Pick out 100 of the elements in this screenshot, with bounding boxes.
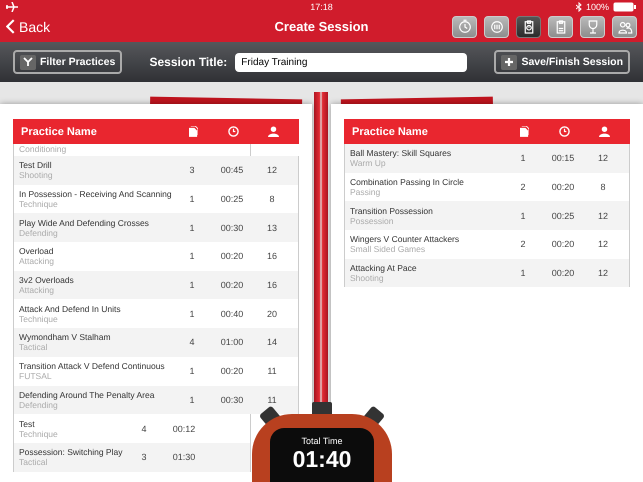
practice-row[interactable]: Test Technique 4 00:12 (13, 414, 251, 443)
player-count: 8 (600, 182, 606, 192)
player-count: 12 (598, 153, 608, 164)
practice-category: Possession (350, 216, 394, 226)
practice-category: Technique (19, 314, 59, 324)
toolbar-button[interactable] (516, 16, 541, 38)
sheet-count: 3 (189, 165, 194, 176)
chevron-left-icon (6, 19, 15, 34)
player-count: 16 (266, 280, 277, 290)
player-count: 12 (598, 210, 608, 221)
documents-icon (188, 126, 198, 137)
player-count: 12 (598, 268, 608, 278)
sheet-count: 1 (189, 394, 194, 405)
practice-name: Wingers V Counter Attackers (350, 234, 460, 244)
sheet-count: 1 (189, 194, 194, 204)
column-header: Practice Name (21, 126, 98, 138)
player-count: 13 (266, 222, 277, 233)
player-count: 11 (267, 394, 277, 405)
person-icon (268, 126, 278, 137)
practice-name: Test (19, 418, 36, 429)
back-button[interactable]: Back (6, 18, 50, 34)
duration: 00:20 (220, 366, 244, 376)
clock-icon (558, 126, 570, 137)
sheet-count: 1 (520, 153, 526, 164)
player-count: 12 (266, 165, 277, 176)
practice-name: Attacking At Pace (350, 263, 418, 274)
session-title-field[interactable]: Friday Training (235, 52, 468, 72)
player-count: 11 (267, 366, 277, 376)
practice-category: Conditioning (19, 144, 68, 154)
plus-icon (501, 54, 518, 70)
practice-name: Test Drill (19, 160, 53, 170)
clock-icon (228, 126, 238, 137)
filter-icon (20, 54, 36, 70)
sheet-count: 1 (520, 268, 526, 278)
practice-category: Shooting (350, 273, 385, 284)
practice-row[interactable]: Wymondham V Stalham Tactical 4 01:00 14 (13, 328, 299, 357)
duration: 00:45 (220, 165, 244, 176)
practice-row[interactable]: 3v2 Overloads Attacking 1 00:20 16 (13, 270, 299, 300)
practice-row[interactable]: Attacking At Pace Shooting 1 00:20 12 (344, 258, 630, 288)
duration: 01:00 (220, 337, 244, 348)
practice-row[interactable]: Wingers V Counter Attackers Small Sided Games 2 00:20 12 (344, 230, 630, 259)
player-count: 20 (266, 308, 277, 319)
practice-category: Small Sided Games (350, 244, 426, 254)
duration: 00:20 (552, 239, 574, 250)
player-count: 16 (266, 251, 277, 262)
sheet-count: 1 (520, 210, 526, 221)
practice-category: Technique (19, 199, 59, 210)
sheet-count: 1 (189, 251, 194, 262)
practice-category: Tactical (19, 342, 48, 352)
practice-row[interactable]: In Possession - Receiving And Scanning Technique 1 00:25 8 (13, 184, 299, 214)
practice-row[interactable]: Play Wide And Defending Crosses Defending 1 00:30 13 (13, 213, 299, 242)
sheet-count: 2 (520, 239, 526, 250)
practice-row[interactable]: Defending Around The Penalty Area Defending 1 00:30 11 (13, 386, 299, 414)
practice-name: Transition Possession (350, 206, 434, 216)
save-finish-session-button[interactable]: Save/Finish Session (494, 50, 630, 74)
status-time: 17:18 (310, 2, 333, 12)
practice-category: Technique (19, 428, 59, 439)
practice-category: Attacking (19, 256, 55, 266)
bluetooth-icon (576, 2, 582, 12)
practice-category: Defending (19, 228, 59, 238)
duration: 00:15 (552, 153, 574, 164)
duration: 00:20 (220, 280, 244, 290)
practice-category: Passing (350, 187, 382, 198)
practice-name: In Possession - Receiving And Scanning (19, 189, 172, 200)
filter-practices-button[interactable]: Filter Practices (13, 50, 122, 74)
practice-row[interactable]: Transition Possession Possession 1 00:25 12 (344, 201, 630, 230)
practice-name: Defending Around The Penalty Area (19, 390, 156, 400)
duration: 01:30 (172, 452, 196, 462)
sheet-count: 4 (141, 424, 146, 434)
battery-icon (613, 2, 637, 12)
sheet-count: 3 (141, 452, 146, 462)
practice-category: Tactical (19, 457, 48, 468)
player-count: 8 (269, 194, 274, 204)
total-time-label: Total Time (301, 436, 342, 446)
sheet-count: 1 (189, 222, 194, 233)
column-header: Practice Name (352, 126, 429, 138)
screen-title: Create Session (274, 19, 368, 34)
duration: 00:20 (552, 182, 574, 192)
practice-name: Overload (19, 246, 54, 256)
sheet-count: 2 (520, 182, 526, 192)
practice-row[interactable]: Possession: Switching Play Tactical 3 01:30 (13, 442, 251, 472)
session-title-label: Session Title: (149, 55, 228, 69)
duration: 00:12 (172, 424, 196, 434)
duration: 00:25 (220, 194, 244, 204)
practice-row[interactable]: Overload Attacking 1 00:20 16 (13, 242, 299, 271)
practice-row[interactable]: Combination Passing In Circle Passing 2 00:20 8 (344, 172, 630, 202)
practice-name: 3v2 Overloads (19, 275, 75, 286)
duration: 00:30 (220, 394, 244, 405)
practice-row[interactable]: Transition Attack V Defend Continuous FUTSAL 1 00:20 11 (13, 356, 299, 386)
practice-row[interactable]: Ball Mastery: Skill Squares Warm Up 1 00:15 12 (344, 144, 630, 173)
documents-icon (520, 126, 528, 137)
practice-name: Transition Attack V Defend Continuous (19, 361, 166, 372)
duration: 00:20 (552, 268, 574, 278)
practice-category: Shooting (19, 170, 54, 180)
player-count: 12 (598, 239, 608, 250)
sheet-count: 1 (189, 308, 194, 319)
person-icon (598, 126, 610, 137)
total-time-value: 01:40 (292, 446, 352, 473)
practice-row[interactable]: Attack And Defend In Units Technique 1 00:40 20 (13, 299, 299, 328)
practice-row[interactable]: Test Drill Shooting 3 00:45 12 (13, 156, 299, 185)
